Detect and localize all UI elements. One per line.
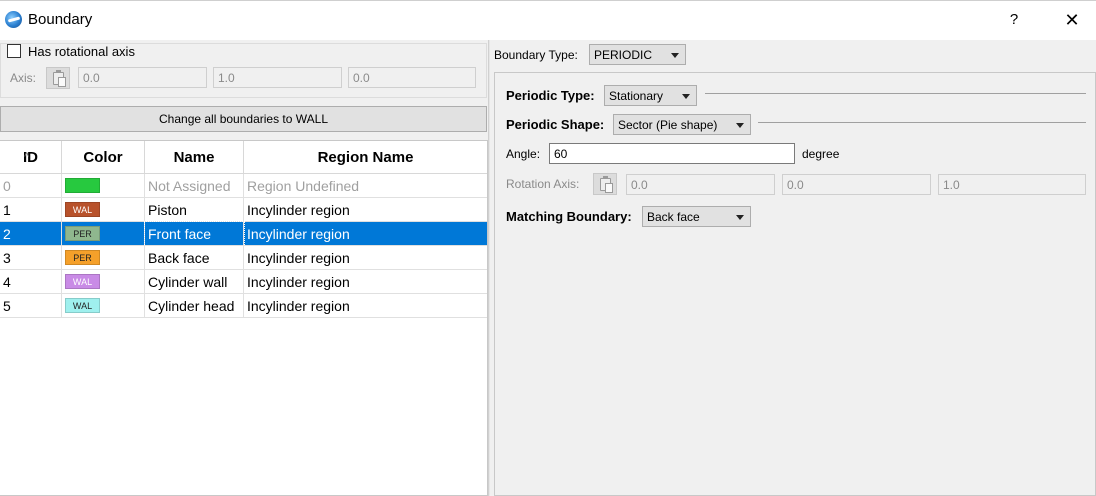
row-region: Incylinder region [247,250,350,266]
row-color: PER [62,246,145,270]
column-header-name[interactable]: Name [145,141,244,173]
rotation-axis-x-field[interactable] [626,174,775,195]
color-swatch[interactable]: WAL [65,274,100,289]
rotation-axis-z-field[interactable] [938,174,1086,195]
change-all-to-wall-button[interactable]: Change all boundaries to WALL [0,106,487,132]
chevron-down-icon [671,53,679,58]
table-row[interactable]: 3 PER Back face Incylinder region [0,246,487,270]
color-swatch[interactable] [65,178,100,193]
row-name: Piston [145,198,244,222]
axis-label: Axis: [10,71,37,85]
paste-axis-button[interactable] [46,67,70,89]
periodic-shape-dropdown[interactable]: Sector (Pie shape) [613,114,751,135]
row-color: PER [62,222,145,246]
row-name: Back face [145,246,244,270]
sort-indicator-icon: ^ [24,151,30,161]
paste-rotation-axis-button[interactable] [593,173,617,195]
row-id: 1 [0,198,62,222]
window-title: Boundary [28,11,93,28]
rotational-axis-label: Has rotational axis [28,44,135,59]
row-id: 0 [0,174,62,198]
row-color: WAL [62,270,145,294]
clipboard-icon [53,70,66,87]
close-button[interactable]: ✕ [1058,7,1086,33]
column-header-id[interactable]: ^ ID [0,141,62,173]
rotation-axis-y-field[interactable] [782,174,931,195]
row-id: 5 [0,294,62,318]
row-region: Region Undefined [247,178,360,194]
periodic-type-value: Stationary [609,89,664,103]
column-header-color[interactable]: Color [62,141,145,173]
panel-splitter[interactable] [488,40,490,496]
table-row[interactable]: 5 WAL Cylinder head Incylinder region [0,294,487,318]
row-color: WAL [62,294,145,318]
row-name: Cylinder wall [145,270,244,294]
column-header-region[interactable]: Region Name [244,141,487,173]
rotational-axis-checkbox[interactable] [7,44,21,58]
color-swatch[interactable]: PER [65,226,100,241]
row-region: Incylinder region [247,274,350,290]
chevron-down-icon [682,94,690,99]
angle-input[interactable] [549,143,795,164]
chevron-down-icon [736,123,744,128]
row-id: 4 [0,270,62,294]
help-button[interactable]: ? [1003,9,1025,31]
periodic-type-dropdown[interactable]: Stationary [604,85,697,106]
row-id: 2 [0,222,62,246]
row-region: Incylinder region [247,226,350,242]
row-name: Front face [144,221,245,247]
matching-boundary-label: Matching Boundary: [506,209,632,224]
chevron-down-icon [736,215,744,220]
color-swatch[interactable]: WAL [65,202,100,217]
row-name: Not Assigned [145,174,244,198]
angle-unit-label: degree [802,147,840,161]
row-id: 3 [0,246,62,270]
axis-y-field[interactable] [213,67,342,88]
boundary-type-dropdown[interactable]: PERIODIC [589,44,686,65]
boundary-settings-panel [494,72,1096,496]
clipboard-icon [600,176,613,193]
table-row[interactable]: 0 Not Assigned Region Undefined [0,174,487,198]
row-color: WAL [62,198,145,222]
axis-z-field[interactable] [348,67,476,88]
color-swatch[interactable]: WAL [65,298,100,313]
row-color [62,174,145,198]
angle-label: Angle: [506,147,541,161]
row-name: Cylinder head [145,294,244,318]
row-region: Incylinder region [247,298,350,314]
table-row[interactable]: 2 PER Front face Incylinder region [0,221,487,247]
table-row[interactable]: 1 WAL Piston Incylinder region [0,198,487,222]
periodic-shape-label: Periodic Shape: [506,117,605,132]
title-bar [0,0,1096,40]
app-logo-icon [5,11,22,28]
row-region: Incylinder region [247,202,350,218]
section-divider [758,122,1086,123]
boundary-type-value: PERIODIC [594,48,653,62]
boundary-table: ^ ID Color Name Region Name 0 Not Assigne… [0,140,488,496]
axis-x-field[interactable] [78,67,207,88]
periodic-type-label: Periodic Type: [506,88,595,103]
periodic-shape-value: Sector (Pie shape) [618,118,718,132]
table-row[interactable]: 4 WAL Cylinder wall Incylinder region [0,270,487,294]
matching-boundary-value: Back face [647,210,700,224]
matching-boundary-dropdown[interactable]: Back face [642,206,751,227]
rotation-axis-label: Rotation Axis: [506,177,580,191]
section-divider [705,93,1086,94]
color-swatch[interactable]: PER [65,250,100,265]
boundary-type-label: Boundary Type: [494,48,578,62]
